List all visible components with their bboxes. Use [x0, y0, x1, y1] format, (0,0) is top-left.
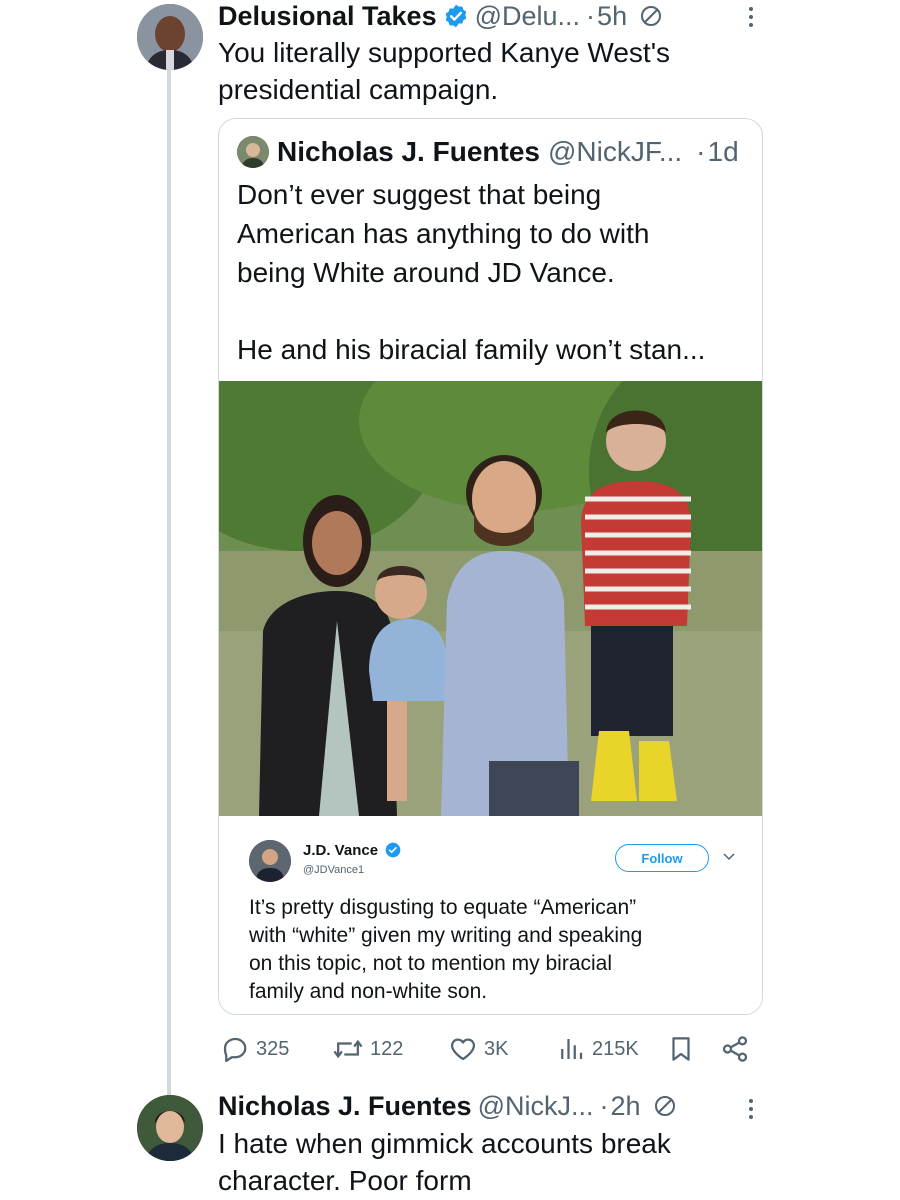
timestamp[interactable]: 5h	[597, 0, 627, 32]
heart-icon	[450, 1038, 476, 1061]
share-icon	[722, 1036, 748, 1062]
verified-badge-icon	[445, 4, 466, 28]
reply-button[interactable]: 325	[220, 1030, 289, 1068]
tweet-text-line: character. Poor form	[218, 1165, 472, 1196]
author-handle[interactable]: @Delu...	[475, 0, 580, 32]
quoted-tweet-card[interactable]: Nicholas J. Fuentes @NickJF... · 1d Don’…	[218, 118, 763, 1015]
tweet-header: Delusional Takes @Delu... · 5h	[218, 0, 663, 32]
avatar[interactable]	[137, 4, 203, 70]
no-symbol-icon	[654, 1096, 675, 1116]
views-button[interactable]: 215K	[556, 1030, 639, 1068]
reply-count: 325	[256, 1037, 290, 1060]
tweet-text: You literally supported Kanye West's pre…	[218, 34, 670, 108]
views-chart-icon	[561, 1039, 583, 1059]
author-name[interactable]: Nicholas J. Fuentes	[218, 1090, 472, 1122]
tweet-text-line: presidential campaign.	[218, 74, 499, 105]
quoted-tweet-text: Don’t ever suggest that being American h…	[237, 175, 752, 369]
author-name[interactable]: Delusional Takes	[218, 0, 437, 32]
quoted-avatar	[237, 136, 269, 168]
more-options-icon[interactable]	[742, 2, 760, 32]
embedded-text-line: family and non-white son.	[249, 980, 488, 1003]
tweet-header: Nicholas J. Fuentes @NickJ... · 2h	[218, 1090, 677, 1122]
follow-button: Follow	[615, 844, 709, 872]
quoted-text-line: He and his biracial family won’t stan...	[237, 334, 706, 365]
quoted-author-handle: @NickJF...	[547, 136, 683, 167]
thread-connector-line	[167, 70, 171, 1095]
embedded-tweet-text: It’s pretty disgusting to equate “Americ…	[249, 894, 749, 1006]
avatar-image	[137, 1095, 203, 1161]
view-count: 215K	[592, 1037, 639, 1060]
quoted-text-line: American has anything to do with	[237, 218, 650, 249]
quoted-text-line: being White around JD Vance.	[237, 257, 615, 288]
embedded-text-line: It’s pretty disgusting to equate “Americ…	[249, 896, 637, 919]
no-symbol-icon	[641, 6, 662, 26]
embedded-avatar	[249, 840, 291, 882]
quoted-timestamp: 1d	[707, 136, 739, 167]
embedded-tweet-screenshot: J.D. Vance @JDVance1 Follow It’s pretty …	[219, 816, 762, 1014]
family-photo[interactable]	[219, 381, 762, 816]
timestamp[interactable]: 2h	[611, 1090, 641, 1122]
retweet-count: 122	[370, 1037, 404, 1060]
quoted-text-line: Don’t ever suggest that being	[237, 179, 602, 210]
retweet-icon	[333, 1039, 363, 1059]
reply-icon	[223, 1037, 247, 1062]
avatar[interactable]	[137, 1095, 203, 1161]
quoted-author-name: Nicholas J. Fuentes	[277, 136, 540, 167]
more-options-icon[interactable]	[742, 1094, 760, 1124]
verified-badge-icon	[385, 842, 401, 858]
separator-dot: ·	[599, 1091, 609, 1121]
tweet-action-bar: 325 122 3K 215K	[218, 1030, 758, 1070]
retweet-button[interactable]: 122	[332, 1030, 403, 1068]
embedded-author-name: J.D. Vance	[303, 842, 379, 859]
tweet-text: I hate when gimmick accounts break chara…	[218, 1125, 671, 1199]
tweet-text-line: I hate when gimmick accounts break	[218, 1128, 671, 1159]
like-count: 3K	[484, 1037, 509, 1060]
bookmark-button[interactable]	[666, 1030, 702, 1068]
tweet-text-line: You literally supported Kanye West's	[218, 37, 671, 68]
like-button[interactable]: 3K	[448, 1030, 508, 1068]
chevron-down-icon	[723, 853, 735, 861]
bookmark-icon	[672, 1037, 690, 1061]
author-handle[interactable]: @NickJ...	[478, 1090, 594, 1122]
separator-dot: ·	[586, 1, 596, 31]
quoted-tweet-header: Nicholas J. Fuentes @NickJF... · 1d	[237, 135, 739, 169]
embedded-author-handle: @JDVance1	[303, 864, 365, 876]
embedded-text-line: on this topic, not to mention my biracia…	[249, 952, 613, 975]
separator-dot: ·	[696, 136, 706, 167]
avatar-image	[137, 4, 203, 70]
embedded-text-line: with “white” given my writing and speaki…	[249, 924, 643, 947]
share-button[interactable]	[720, 1030, 756, 1068]
